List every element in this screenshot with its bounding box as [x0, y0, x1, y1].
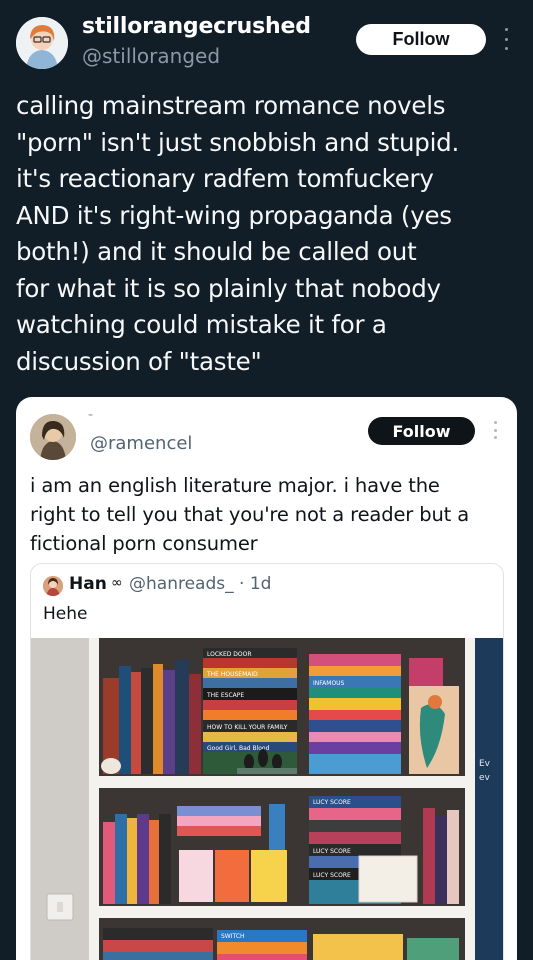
quoted-user-handle[interactable]: @ramencel [90, 433, 192, 454]
book-how-to-kill: HOW TO KILL YOUR FAMILY [207, 724, 288, 731]
quoted-post-text: i am an english literature major. i have… [30, 474, 470, 555]
book-switch: SWITCH [221, 933, 245, 940]
book-infamous: INFAMOUS [313, 680, 345, 687]
svg-text:ev: ev [479, 773, 491, 783]
quoted-follow-button[interactable]: Follow [368, 417, 475, 445]
svg-text:Ev: Ev [479, 759, 491, 769]
book-lucy-score-3: LUCY SCORE [313, 872, 351, 879]
display-name[interactable]: stillorangecrushed [82, 14, 311, 39]
nested-post-text: Hehe [43, 604, 88, 624]
book-the-escape: THE ESCAPE [206, 692, 244, 699]
nested-handle-timestamp[interactable]: @hanreads_ · 1d [129, 574, 271, 594]
follow-button[interactable]: Follow [356, 24, 486, 55]
post-text: calling mainstream romance novels "porn"… [16, 91, 460, 376]
nested-display-name[interactable]: Han [69, 574, 107, 594]
quoted-user-avatar[interactable] [30, 414, 76, 460]
quoted-more-options-icon[interactable] [491, 421, 499, 439]
book-housemaid: THE HOUSEMAID [206, 671, 258, 678]
book-lucy-score-1: LUCY SCORE [313, 799, 351, 806]
more-options-icon[interactable] [500, 28, 512, 50]
bookshelf-photo[interactable]: Ev ev LOCKED DOOR THE HOUSEMAID THE ESCA… [31, 638, 504, 960]
quoted-name-placeholder: - [88, 407, 94, 423]
book-lucy-score-2: LUCY SCORE [313, 848, 351, 855]
nested-user-avatar[interactable] [43, 576, 63, 596]
user-avatar[interactable] [16, 17, 68, 69]
quoted-post-card[interactable]: - @ramencel Follow i am an english liter… [16, 397, 517, 960]
infinity-icon: ∞ [111, 575, 123, 591]
nested-quote-card[interactable]: Han ∞ @hanreads_ · 1d Hehe Ev ev LOCKED … [30, 563, 504, 960]
book-locked-door: LOCKED DOOR [207, 651, 252, 658]
user-handle[interactable]: @stilloranged [82, 44, 220, 68]
